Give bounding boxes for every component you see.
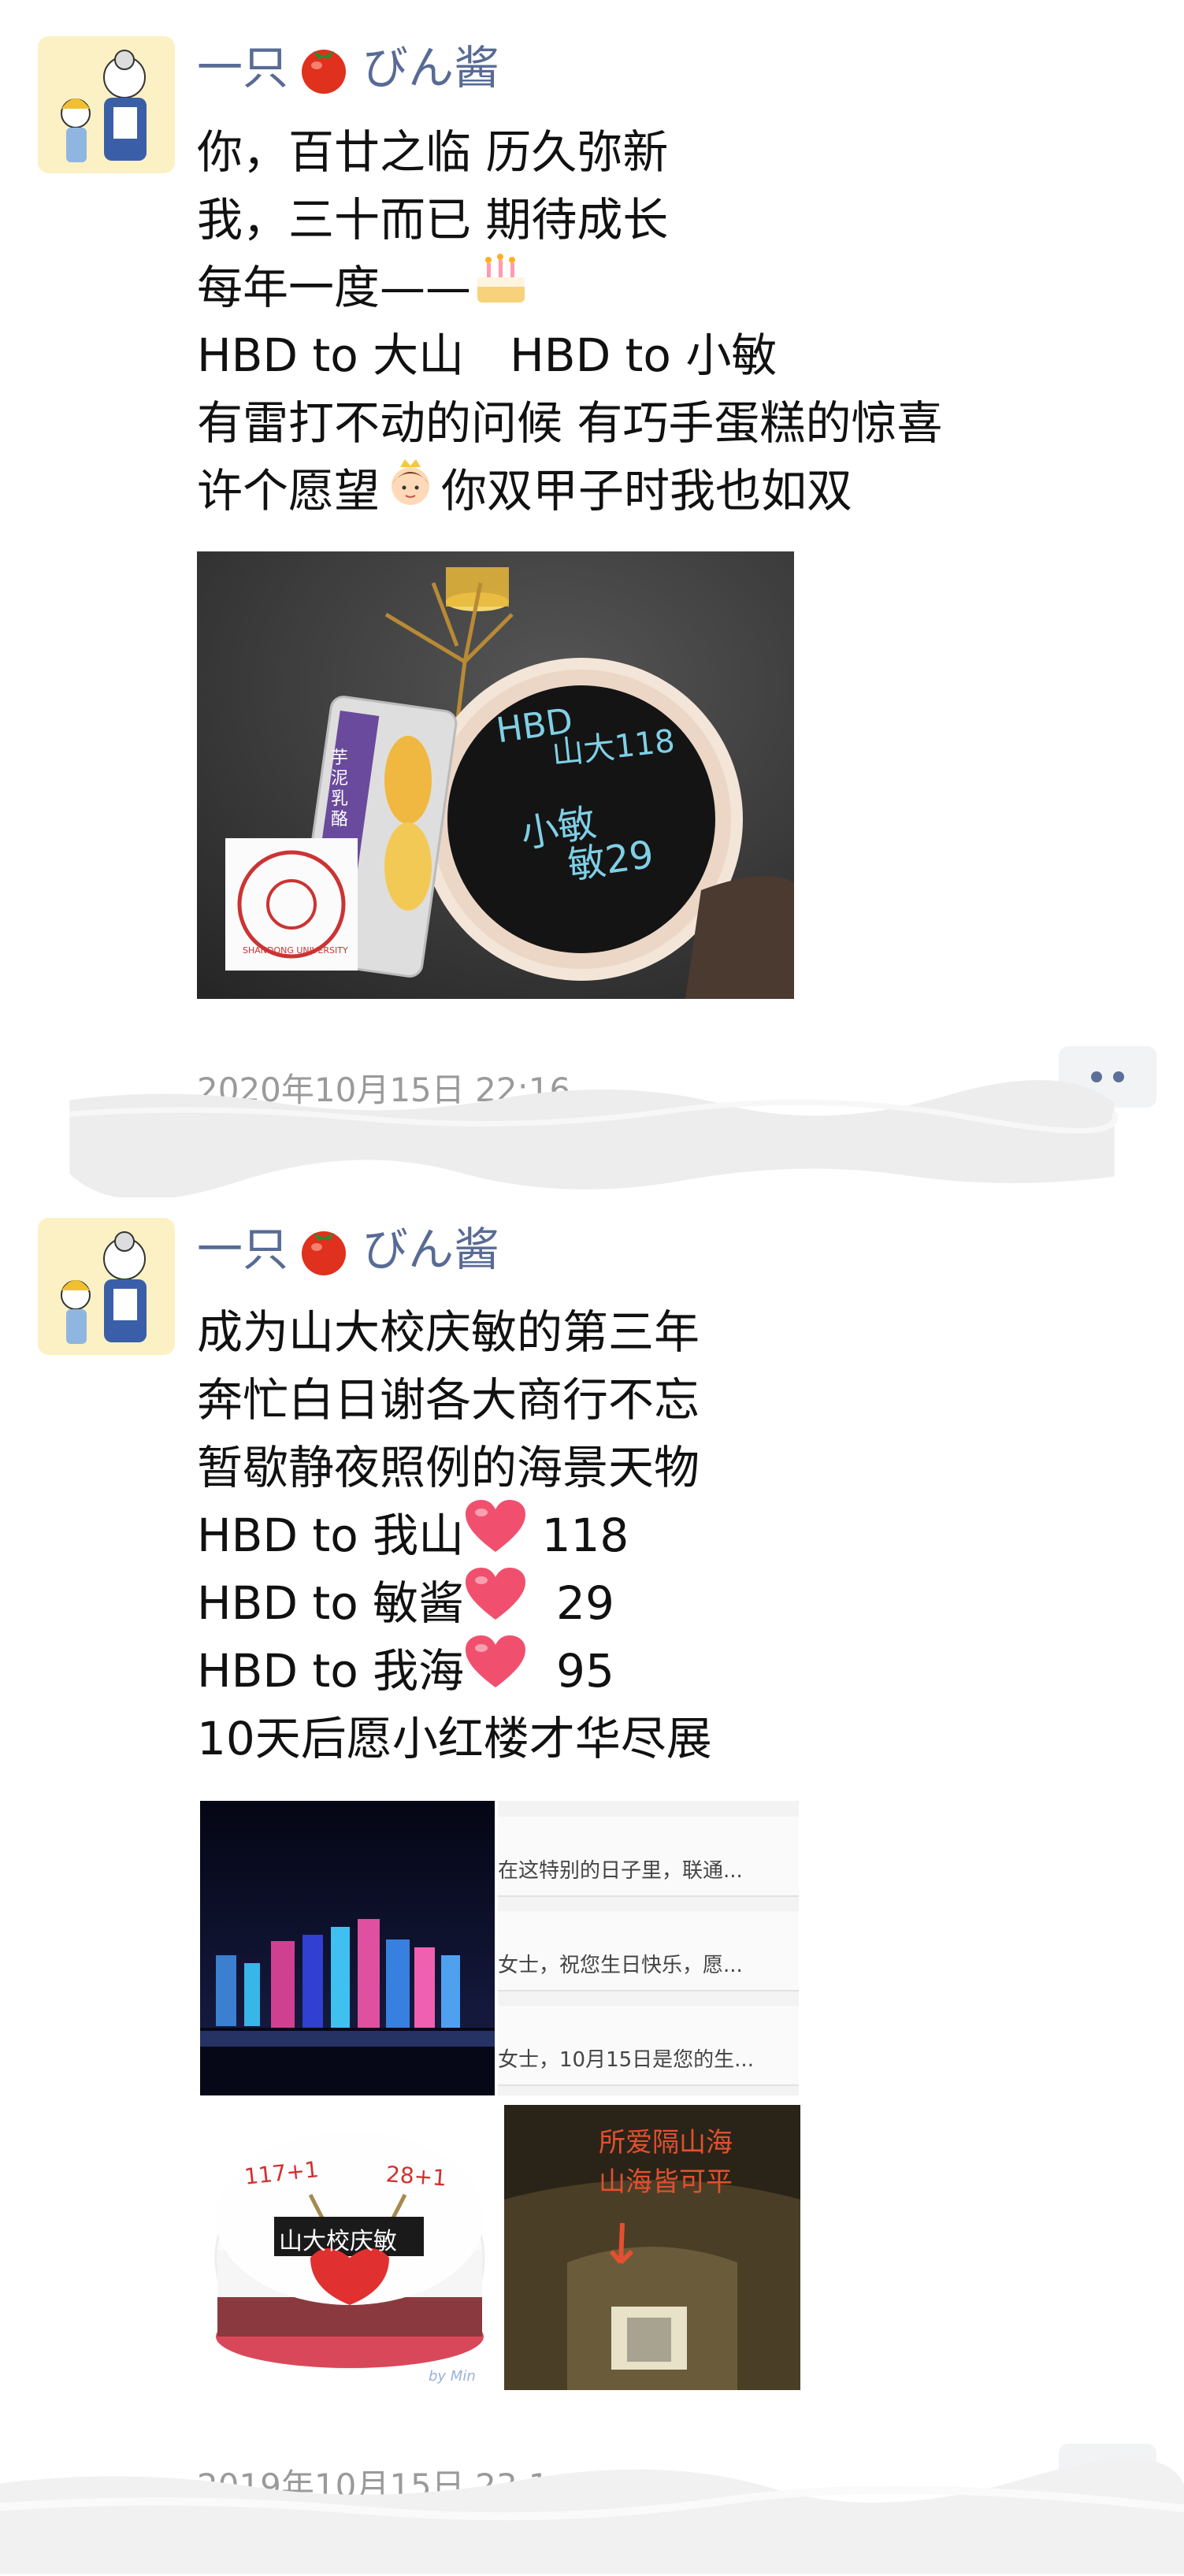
post-photo-city-night[interactable] <box>200 1801 495 2095</box>
city-night-image <box>200 1801 495 2095</box>
text-segment: 118 <box>527 1509 629 1562</box>
heart-emoji <box>464 1566 527 1641</box>
post-text-line: 10天后愿小红楼才华尽展 <box>197 1705 712 1772</box>
post-text-line: HBD to 我海 95 <box>197 1635 712 1705</box>
text-segment: 许个愿望 <box>197 464 380 518</box>
cake-photo-image <box>197 551 794 999</box>
cake-text-right: 28+1 <box>384 2161 447 2192</box>
text-segment: 29 <box>527 1576 614 1630</box>
nickname-part-2: びん酱 <box>362 41 500 95</box>
text-segment: 你，百廿之临 历久弥新 <box>197 125 669 179</box>
text-segment: 每年一度—— <box>197 261 472 314</box>
moment-post-2: 一只 びん酱 成为山大校庆敏的第三年 奔忙白日谢各大商行不忘 暂歇静夜照例的海景… <box>0 1182 1184 2572</box>
post-text-line: 成为山大校庆敏的第三年 <box>197 1298 712 1366</box>
post-text: 你，百廿之临 历久弥新 我，三十而已 期待成长 每年一度—— HBD to 大山… <box>197 118 942 525</box>
nickname-part-2: びん酱 <box>362 1223 500 1276</box>
post-text-line: 你，百廿之临 历久弥新 <box>197 118 942 186</box>
post-text-line: 每年一度—— <box>197 253 942 321</box>
text-segment: 你双甲子时我也如双 <box>441 464 853 518</box>
avatar-illustration-icon <box>38 1218 175 1355</box>
torn-paper-divider <box>69 1080 1119 1197</box>
avatar[interactable] <box>38 1218 175 1355</box>
sms-row: 在这特别的日子里，联通... <box>498 1817 799 1897</box>
moment-post-1: 一只 びん酱 你，百廿之临 历久弥新 我，三十而已 期待成长 每年一度—— HB… <box>0 0 1184 1109</box>
sms-row: 女士，祝您生日快乐，愿... <box>498 1911 799 1991</box>
text-segment: 有雷打不动的问候 有巧手蛋糕的惊喜 <box>197 396 943 450</box>
text-segment: 奔忙白日谢各大商行不忘 <box>197 1373 700 1427</box>
tomato-emoji <box>295 1220 353 1279</box>
nickname-part-1: 一只 <box>197 41 289 95</box>
cake-signature: by Min <box>429 2368 476 2385</box>
text-segment: 95 <box>527 1644 614 1698</box>
tunnel-text-line-2: 山海皆可平 <box>599 2166 733 2198</box>
tunnel-text-line-1: 所爱隔山海 <box>599 2127 733 2158</box>
text-segment: HBD to 我山 <box>197 1509 465 1562</box>
sms-row: 女士，10月15日是您的生... <box>498 2006 799 2086</box>
post-text-line: 奔忙白日谢各大商行不忘 <box>197 1366 712 1434</box>
text-segment: HBD to 大山 HBD to 小敏 <box>197 328 778 382</box>
post-photo-cake[interactable]: 117+1 28+1 山大校庆敏 by Min <box>200 2100 495 2395</box>
post-text-line: HBD to 敏酱 29 <box>197 1567 712 1637</box>
dessert-box-label: 芋泥乳酪 <box>331 748 349 830</box>
post-text: 成为山大校庆敏的第三年 奔忙白日谢各大商行不忘 暂歇静夜照例的海景天物 HBD … <box>197 1298 712 1772</box>
text-segment: 成为山大校庆敏的第三年 <box>197 1305 700 1359</box>
post-photo-sms-list[interactable]: 在这特别的日子里，联通... 女士，祝您生日快乐，愿... 女士，10月15日是… <box>498 1801 799 2095</box>
heart-emoji <box>464 1498 527 1573</box>
post-photo-tunnel[interactable]: 所爱隔山海 山海皆可平 <box>504 2105 800 2390</box>
post-text-line: 有雷打不动的问候 有巧手蛋糕的惊喜 <box>197 389 942 457</box>
post-text-line: 暂歇静夜照例的海景天物 <box>197 1434 712 1501</box>
sms-preview-text: 在这特别的日子里，联通... <box>498 1859 743 1883</box>
text-segment: 暂歇静夜照例的海景天物 <box>197 1441 700 1494</box>
post-author-name[interactable]: 一只 びん酱 <box>197 38 499 98</box>
sms-preview-text: 女士，10月15日是您的生... <box>498 2048 754 2072</box>
post-photo[interactable]: HBD 山大118 小敏 敏29 芋泥乳酪 SHANDONG UNIVERSIT… <box>197 551 794 999</box>
text-segment: HBD to 我海 <box>197 1644 465 1698</box>
post-text-line: HBD to 我山 118 <box>197 1499 712 1569</box>
avatar[interactable] <box>38 36 175 173</box>
text-segment: HBD to 敏酱 <box>197 1576 465 1630</box>
text-segment: 10天后愿小红楼才华尽展 <box>197 1712 712 1765</box>
heart-emoji <box>464 1634 527 1709</box>
torn-paper-edge-bottom <box>0 2459 1184 2574</box>
tomato-emoji <box>295 39 353 97</box>
cake-label: 山大校庆敏 <box>279 2228 397 2255</box>
nickname-part-1: 一只 <box>197 1223 289 1276</box>
post-text-line: HBD to 大山 HBD to 小敏 <box>197 321 942 389</box>
post-author-name[interactable]: 一只 びん酱 <box>197 1219 499 1279</box>
avatar-illustration-icon <box>38 36 175 173</box>
text-segment: 我，三十而已 期待成长 <box>197 193 669 247</box>
princess-emoji <box>383 455 438 528</box>
post-text-line: 许个愿望 你双甲子时我也如双 <box>197 457 942 525</box>
stamp-text: SHANDONG UNIVERSITY <box>243 945 348 956</box>
sms-preview-text: 女士，祝您生日快乐，愿... <box>498 1954 743 1977</box>
post-text-line: 我，三十而已 期待成长 <box>197 186 942 254</box>
cake-emoji <box>471 249 531 327</box>
